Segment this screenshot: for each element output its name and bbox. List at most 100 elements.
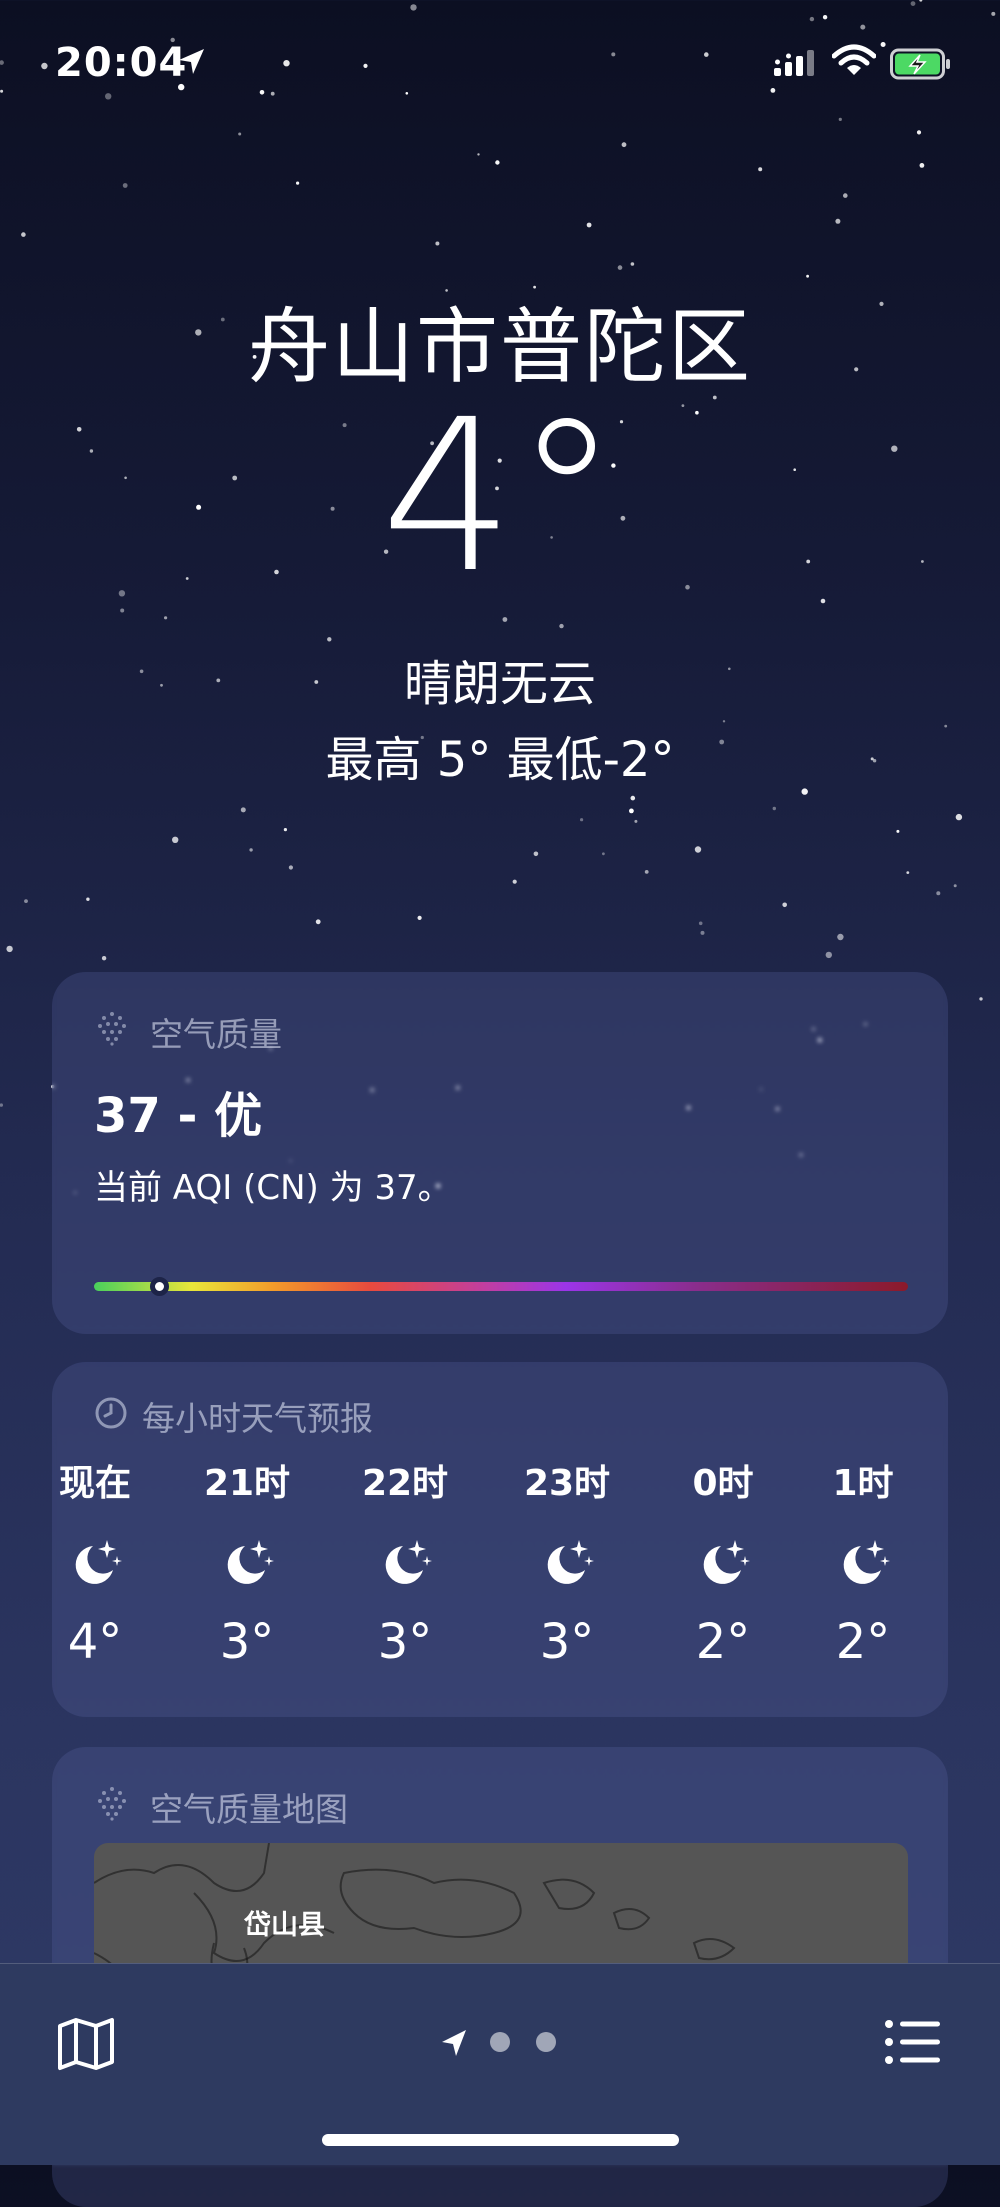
star bbox=[120, 608, 125, 613]
hour-temperature: 2° bbox=[835, 1614, 891, 1670]
bottom-toolbar bbox=[0, 1963, 1000, 2165]
star bbox=[979, 997, 983, 1001]
star bbox=[955, 813, 963, 821]
star bbox=[896, 829, 900, 833]
star bbox=[0, 1103, 3, 1107]
moon-stars-icon bbox=[703, 1540, 750, 1584]
page-dot[interactable] bbox=[536, 2032, 556, 2052]
air-quality-icon bbox=[98, 1012, 126, 1046]
map-icon[interactable] bbox=[56, 2016, 116, 2072]
high-low-temperature: 最高 5° 最低-2° bbox=[325, 732, 675, 788]
aqi-scale-indicator bbox=[150, 1277, 170, 1296]
page-dot[interactable] bbox=[490, 2032, 510, 2052]
star bbox=[164, 616, 168, 620]
home-indicator[interactable] bbox=[322, 2134, 679, 2146]
battery-charging-icon bbox=[890, 48, 950, 80]
star bbox=[906, 871, 910, 874]
star bbox=[86, 897, 90, 901]
hour-temperature: 3° bbox=[539, 1614, 595, 1670]
star bbox=[843, 193, 848, 198]
hour-label: 21时 bbox=[203, 1463, 291, 1504]
star bbox=[240, 807, 246, 813]
aqi-description: 当前 AQI (CN) 为 37。 bbox=[94, 1168, 452, 1208]
status-time: 20:04 bbox=[55, 40, 188, 86]
star bbox=[559, 623, 564, 629]
hour-temperature: 2° bbox=[695, 1614, 751, 1670]
moon-stars-icon bbox=[547, 1540, 594, 1584]
star bbox=[602, 852, 605, 856]
page-indicator[interactable] bbox=[440, 2022, 580, 2062]
air-quality-card[interactable]: 空气质量 37 - 优 当前 AQI (CN) 为 37。 bbox=[52, 972, 948, 1334]
hourly-forecast-card[interactable]: 每小时天气预报 现在 4° 21时 3° 22时 3° 23时 3° 0时 2° 1时 2° bbox=[52, 1362, 948, 1717]
star bbox=[806, 274, 809, 278]
hourly-forecast-item: 21时 3° bbox=[182, 1454, 312, 1670]
current-temperature: 4° bbox=[380, 374, 620, 619]
star bbox=[24, 899, 28, 903]
hour-temperature: 3° bbox=[219, 1614, 275, 1670]
star bbox=[296, 181, 300, 185]
star bbox=[772, 806, 776, 811]
star bbox=[172, 836, 179, 843]
star bbox=[837, 933, 844, 941]
hourly-forecast-item: 现在 4° bbox=[30, 1454, 160, 1670]
hourly-forecast-item: 0时 2° bbox=[658, 1454, 788, 1670]
star bbox=[101, 956, 107, 961]
hour-label: 23时 bbox=[523, 1463, 611, 1504]
hour-temperature: 4° bbox=[67, 1614, 123, 1670]
location-arrow-icon bbox=[179, 49, 204, 74]
hourly-forecast-title: 每小时天气预报 bbox=[142, 1399, 373, 1438]
page-dot-current-location[interactable] bbox=[442, 2030, 466, 2056]
hour-temperature: 3° bbox=[377, 1614, 433, 1670]
star bbox=[512, 879, 517, 884]
hourly-forecast-item: 22时 3° bbox=[340, 1454, 470, 1670]
list-icon[interactable] bbox=[884, 2018, 942, 2066]
hour-label: 22时 bbox=[361, 1463, 449, 1504]
star bbox=[694, 846, 702, 853]
star bbox=[630, 262, 635, 266]
star bbox=[435, 241, 440, 246]
aqi-scale-bar bbox=[94, 1282, 908, 1291]
star bbox=[835, 218, 841, 224]
clock-icon bbox=[95, 1397, 127, 1429]
star bbox=[238, 132, 242, 136]
star bbox=[327, 637, 332, 642]
star bbox=[6, 945, 13, 953]
hour-label: 0时 bbox=[692, 1463, 754, 1504]
star bbox=[122, 183, 128, 188]
star bbox=[644, 870, 649, 874]
air-quality-icon bbox=[98, 1787, 126, 1821]
cellular-signal-icon bbox=[774, 50, 814, 76]
star bbox=[580, 818, 584, 822]
star bbox=[630, 795, 636, 801]
page-indicator-dots bbox=[442, 2030, 556, 2056]
wifi-icon bbox=[832, 44, 876, 75]
weather-condition: 晴朗无云 bbox=[403, 656, 596, 712]
star bbox=[825, 951, 832, 959]
hourly-forecast-item: 23时 3° bbox=[502, 1454, 632, 1670]
star bbox=[629, 808, 634, 814]
moon-stars-icon bbox=[843, 1540, 890, 1584]
star bbox=[288, 865, 293, 870]
star bbox=[477, 153, 480, 156]
star bbox=[495, 160, 500, 165]
star bbox=[283, 828, 287, 832]
star bbox=[700, 930, 705, 935]
moon-stars-icon bbox=[227, 1540, 274, 1584]
aqi-value: 37 - 优 bbox=[94, 1088, 263, 1144]
star bbox=[953, 884, 957, 888]
hourly-forecast-item: 1时 2° bbox=[798, 1454, 928, 1670]
hour-label: 1时 bbox=[832, 1463, 894, 1504]
star bbox=[315, 919, 321, 925]
map-place-label: 岱山县 bbox=[244, 1910, 325, 1941]
star bbox=[698, 921, 703, 926]
star bbox=[634, 819, 638, 823]
air-quality-title: 空气质量 bbox=[150, 1015, 282, 1054]
star bbox=[782, 902, 787, 908]
moon-stars-icon bbox=[385, 1540, 432, 1584]
star bbox=[621, 142, 627, 148]
air-quality-map-title: 空气质量地图 bbox=[150, 1790, 348, 1829]
hour-label: 现在 bbox=[58, 1463, 131, 1504]
star bbox=[758, 167, 763, 172]
status-bar: 20:04 bbox=[0, 0, 1000, 120]
star bbox=[21, 232, 26, 237]
